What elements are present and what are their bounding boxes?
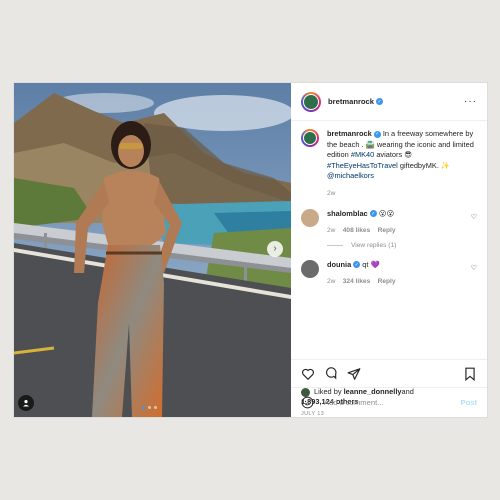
add-comment-bar: Post <box>291 387 487 417</box>
caption-body-3: giftedbyMK. ✨ <box>397 160 451 170</box>
reply-button[interactable]: Reply <box>378 278 396 285</box>
verified-badge-icon: ✓ <box>373 130 381 138</box>
post-caption: bretmanrock ✓ In a freeway somewhere by t… <box>301 129 477 200</box>
comment-text: qt 💜 <box>362 259 380 269</box>
post-details-pane: bretmanrock ✓ ··· bretmanrock ✓ In a free… <box>291 83 487 417</box>
caption-username[interactable]: bretmanrock <box>327 129 372 138</box>
comment-text: 😮😮 <box>378 208 395 218</box>
commenter-username[interactable]: dounia <box>327 260 351 269</box>
commenter-avatar[interactable] <box>301 259 319 278</box>
user-icon <box>23 400 29 407</box>
comment-time: 2w <box>327 226 336 234</box>
carousel-dot <box>154 406 157 409</box>
carousel-dot <box>142 406 145 409</box>
divider <box>327 244 343 246</box>
emoji-icon[interactable] <box>301 396 314 409</box>
post-image <box>14 83 291 417</box>
chevron-right-icon: › <box>273 243 277 254</box>
commenter-avatar[interactable] <box>301 208 319 227</box>
carousel-next-button[interactable]: › <box>267 241 283 257</box>
view-replies-label: View replies (1) <box>351 241 397 249</box>
instagram-post-card: › bretmanrock ✓ ··· bretmanrock ✓ In a f… <box>14 83 487 417</box>
comment-icon[interactable] <box>324 366 338 381</box>
carousel-dots <box>142 406 157 409</box>
ellipsis-icon[interactable]: ··· <box>464 96 477 107</box>
verified-badge-icon: ✓ <box>353 261 361 269</box>
mention-link[interactable]: @michaelkors <box>327 171 374 180</box>
comment-time: 2w <box>327 277 336 285</box>
comment-item: dounia ✓ qt 💜 2w 324 likes Reply ♡ <box>301 259 477 287</box>
caption-text: bretmanrock ✓ In a freeway somewhere by t… <box>327 129 477 200</box>
comment-likes[interactable]: 324 likes <box>343 278 371 285</box>
heart-icon[interactable] <box>301 367 315 381</box>
comment-meta: 2w 408 likes Reply <box>327 226 477 236</box>
tagged-users-button[interactable] <box>18 395 34 411</box>
hashtag-link[interactable]: #TheEyeHasToTravel <box>327 161 398 170</box>
comment-like-heart-icon[interactable]: ♡ <box>471 264 477 272</box>
author-username[interactable]: bretmanrock <box>328 97 374 106</box>
share-icon[interactable] <box>347 367 361 381</box>
view-replies-button[interactable]: View replies (1) <box>327 242 477 249</box>
comments-section: bretmanrock ✓ In a freeway somewhere by t… <box>291 121 487 359</box>
comment-item: shalomblac ✓ 😮😮 2w 408 likes Reply ♡ <box>301 208 477 236</box>
hashtag-link[interactable]: #MK40 <box>351 150 374 159</box>
post-photo[interactable]: › <box>14 83 291 417</box>
carousel-dot <box>148 406 151 409</box>
comment-like-heart-icon[interactable]: ♡ <box>471 213 477 221</box>
reply-button[interactable]: Reply <box>378 227 396 234</box>
post-actions-bar <box>291 359 487 387</box>
post-header: bretmanrock ✓ ··· <box>291 83 487 121</box>
post-comment-button[interactable]: Post <box>461 398 477 407</box>
comment-likes[interactable]: 408 likes <box>343 227 371 234</box>
caption-time: 2w <box>327 189 336 197</box>
bookmark-icon[interactable] <box>463 367 477 381</box>
caption-body-2: aviators 😎 <box>374 150 412 160</box>
verified-badge-icon: ✓ <box>376 98 384 105</box>
comment-meta: 2w 324 likes Reply <box>327 277 477 287</box>
author-avatar[interactable] <box>301 91 321 112</box>
verified-badge-icon: ✓ <box>369 210 377 218</box>
caption-author-avatar[interactable] <box>301 129 319 147</box>
commenter-username[interactable]: shalomblac <box>327 209 368 218</box>
add-comment-input[interactable] <box>322 397 461 408</box>
